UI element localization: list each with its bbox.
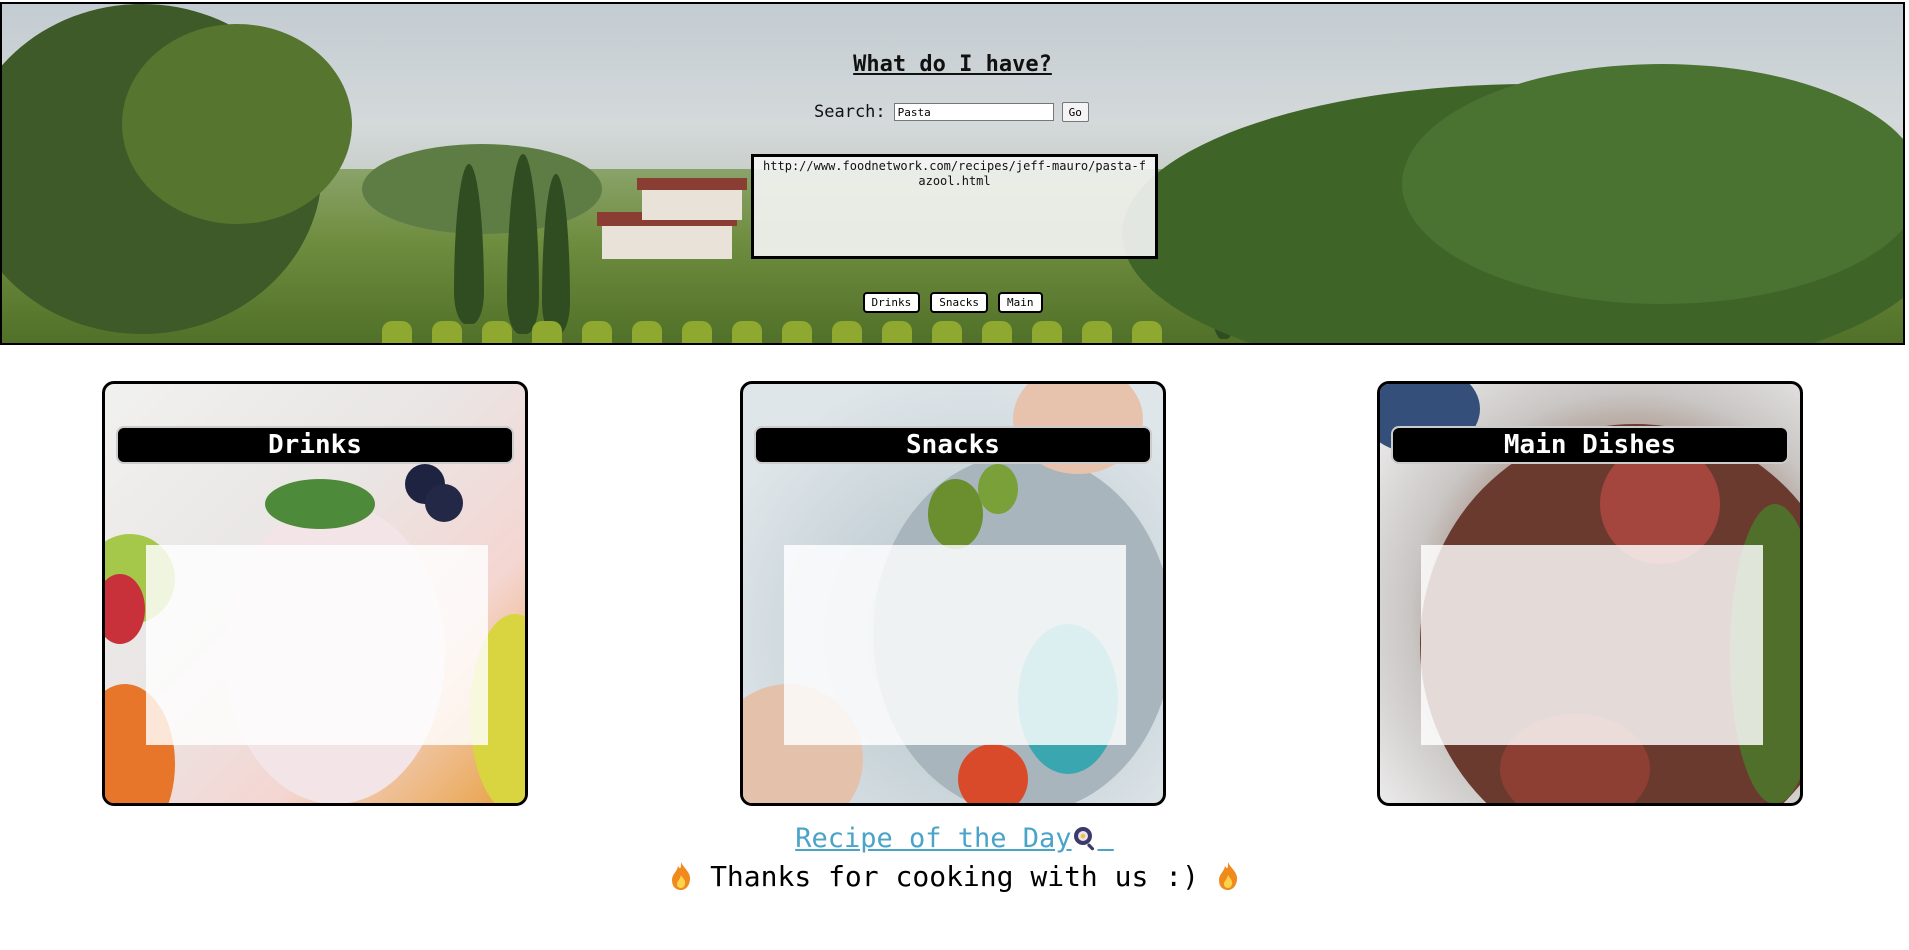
hedge-row xyxy=(1082,321,1112,343)
hedge-row xyxy=(1032,321,1062,343)
card-title-banner: Drinks xyxy=(116,426,514,464)
mint-leaves-image xyxy=(265,479,375,529)
snacks-card[interactable]: Snacks xyxy=(740,381,1166,806)
card-content-panel xyxy=(146,545,488,745)
main-dishes-card[interactable]: Main Dishes xyxy=(1377,381,1803,806)
hedge-row xyxy=(732,321,762,343)
card-content-panel xyxy=(784,545,1126,745)
kiwi-image xyxy=(978,464,1018,514)
hedge-row xyxy=(832,321,862,343)
page-title: What do I have? xyxy=(853,52,1052,77)
blood-orange-image xyxy=(958,744,1028,803)
hedge-row xyxy=(682,321,712,343)
search-input[interactable] xyxy=(893,103,1054,121)
flame-icon xyxy=(1216,861,1240,891)
card-title-banner: Main Dishes xyxy=(1391,426,1789,464)
search-result-box: http://www.foodnetwork.com/recipes/jeff-… xyxy=(751,154,1158,259)
main-button[interactable]: Main xyxy=(998,292,1043,313)
drinks-card[interactable]: Drinks xyxy=(102,381,528,806)
hedge-row xyxy=(382,321,412,343)
hedge-row xyxy=(982,321,1012,343)
thanks-message: Thanks for cooking with us :) xyxy=(0,860,1909,893)
go-button[interactable]: Go xyxy=(1061,102,1089,122)
hedge-row xyxy=(782,321,812,343)
thanks-text: Thanks for cooking with us :) xyxy=(710,860,1199,893)
search-result-text[interactable]: http://www.foodnetwork.com/recipes/jeff-… xyxy=(763,159,1146,188)
card-content-panel xyxy=(1421,545,1763,745)
hedge-row xyxy=(632,321,662,343)
hedge-row xyxy=(482,321,512,343)
hedge-row xyxy=(432,321,462,343)
hedge-row xyxy=(532,321,562,343)
right-forest-canopy xyxy=(1402,64,1903,304)
flame-icon xyxy=(669,861,693,891)
hedge-row xyxy=(932,321,962,343)
drinks-button[interactable]: Drinks xyxy=(862,292,921,313)
category-button-group: Drinks Snacks Main xyxy=(2,292,1903,313)
search-label: Search: xyxy=(814,102,886,122)
recipe-link-text[interactable]: Recipe of the Day xyxy=(795,823,1071,854)
hedge-row xyxy=(582,321,612,343)
farmhouse-upper-roof xyxy=(637,178,747,190)
snacks-button[interactable]: Snacks xyxy=(930,292,988,313)
blueberry-image xyxy=(425,484,463,522)
hero-banner: What do I have? Search: Go http://www.fo… xyxy=(0,2,1905,345)
hedge-row xyxy=(1132,321,1162,343)
card-title-banner: Snacks xyxy=(754,426,1152,464)
kiwi-image xyxy=(928,479,983,549)
recipe-of-the-day-link[interactable]: Recipe of the Day xyxy=(0,823,1909,854)
frying-pan-icon xyxy=(1072,825,1098,851)
hedge-row xyxy=(882,321,912,343)
search-bar: Search: Go xyxy=(814,102,1089,122)
